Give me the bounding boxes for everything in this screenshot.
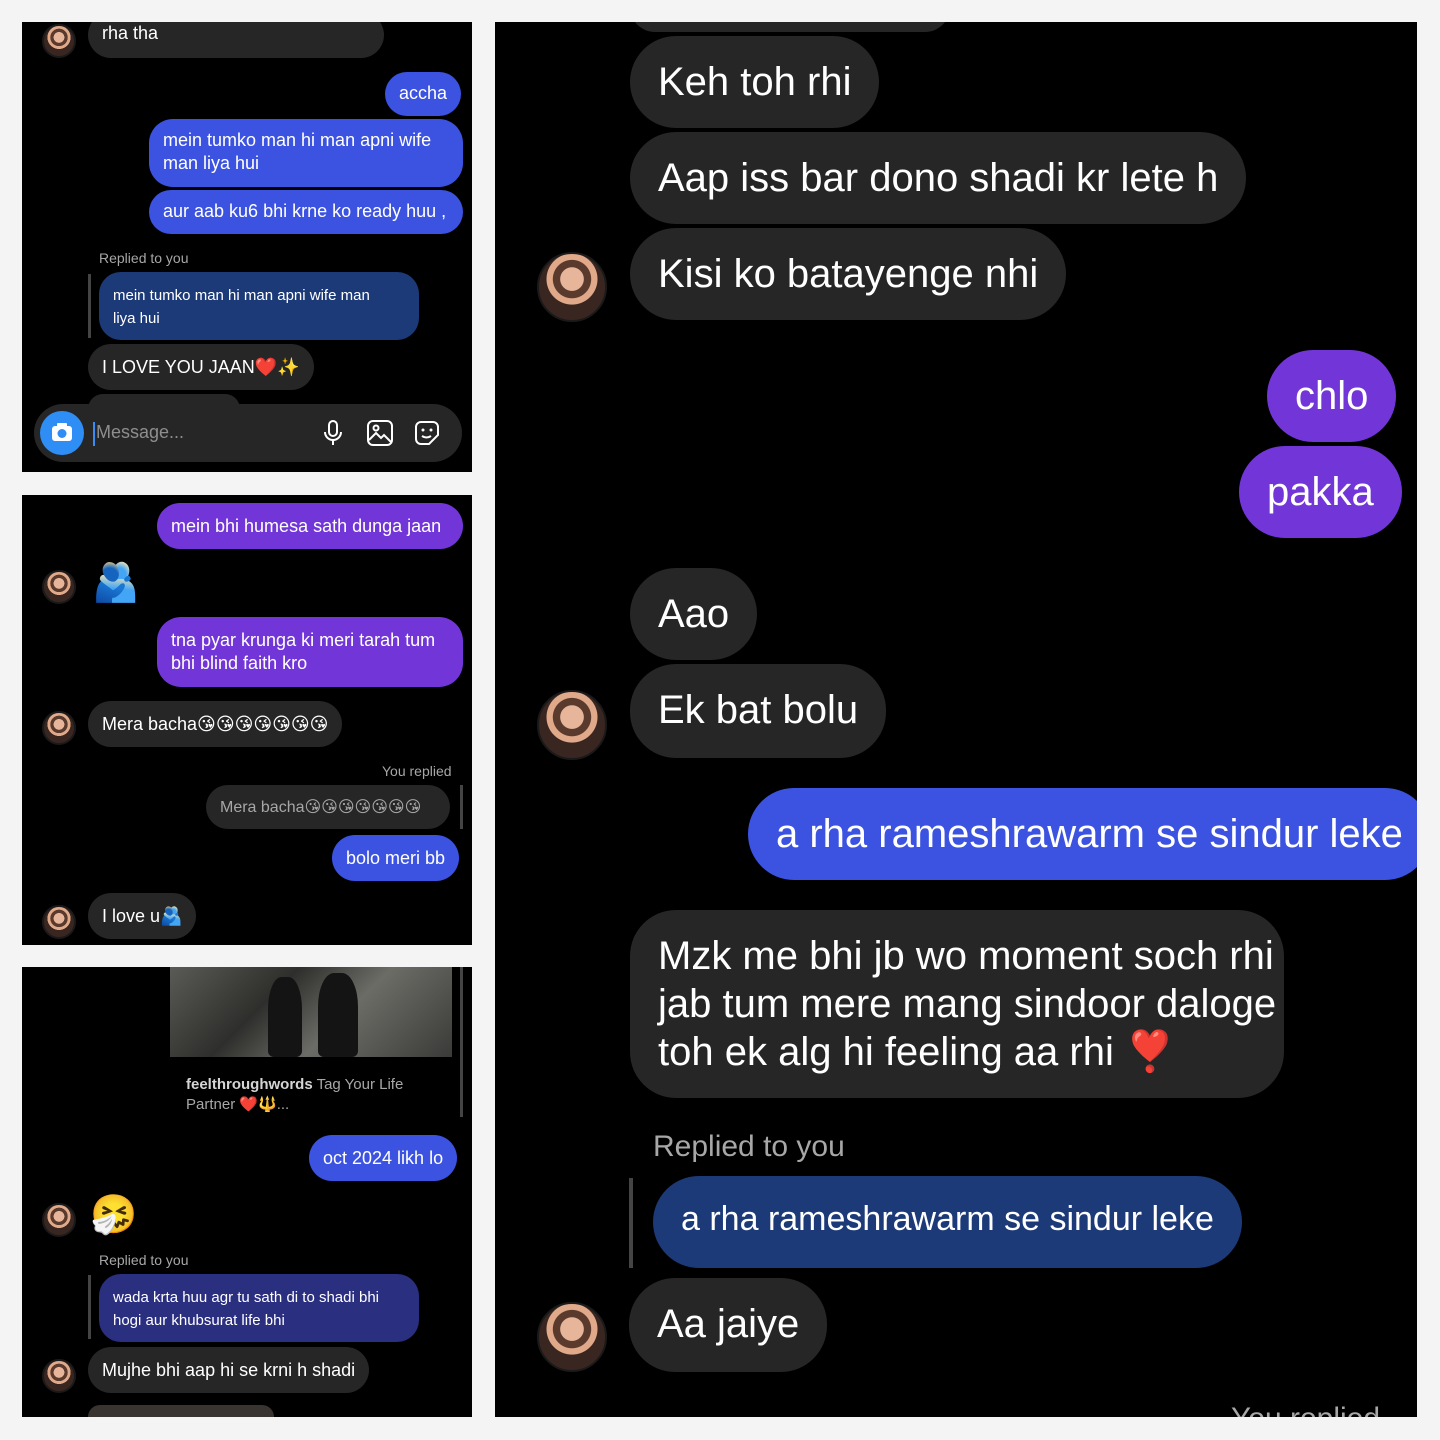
avatar[interactable] xyxy=(42,1359,76,1393)
post-username: feelthroughwords xyxy=(186,1076,313,1093)
camera-button[interactable] xyxy=(40,411,84,455)
received-message[interactable] xyxy=(88,1405,274,1417)
avatar[interactable] xyxy=(42,711,76,745)
sent-message[interactable]: pakka xyxy=(1239,446,1402,538)
message-line: Mzk me bhi jb wo moment soch rhi xyxy=(658,934,1274,978)
emoji-message[interactable]: 🤧 xyxy=(90,1193,137,1237)
message-line: jab tum mere mang sindoor daloge xyxy=(658,982,1277,1026)
quote-line: mein tumko man hi man apni wife man xyxy=(113,287,370,304)
received-message[interactable]: I love u🫂 xyxy=(88,893,197,939)
message-line: man liya hui xyxy=(163,153,260,173)
post-caption: Tag Your Life xyxy=(316,1076,404,1093)
sent-message[interactable]: bolo meri bb xyxy=(332,835,460,881)
avatar[interactable] xyxy=(42,1203,76,1237)
received-message[interactable]: Mera bacha😘😘😘😘😘😘😘 xyxy=(88,701,343,747)
reply-bar xyxy=(460,967,463,1117)
reply-bar xyxy=(460,785,463,829)
avatar[interactable] xyxy=(537,252,607,322)
message-composer[interactable]: Message... xyxy=(34,404,462,462)
camera-icon xyxy=(52,423,72,441)
message-line: mein tumko man hi man apni wife xyxy=(163,130,432,150)
received-message[interactable]: rha tha xyxy=(88,22,384,58)
received-message[interactable]: Keh toh rhi xyxy=(630,36,880,128)
quoted-message[interactable]: wada krta huu agr tu sath di to shadi bh… xyxy=(99,1274,419,1342)
reply-bar xyxy=(88,1275,91,1339)
avatar[interactable] xyxy=(537,690,607,760)
emoji-message[interactable]: 🫂 xyxy=(92,561,139,605)
sent-message[interactable]: accha xyxy=(385,72,462,116)
avatar[interactable] xyxy=(42,570,76,604)
reply-bar xyxy=(629,1178,633,1268)
received-message[interactable]: Aap iss bar dono shadi kr lete h xyxy=(630,132,1247,224)
received-message[interactable]: Aao xyxy=(630,568,758,660)
received-message[interactable]: Mujhe bhi aap hi se krni h shadi xyxy=(88,1347,370,1393)
person-silhouette xyxy=(268,977,302,1057)
sent-message[interactable]: a rha rameshrawarm se sindur leke xyxy=(748,788,1417,880)
received-message[interactable]: Mzk me bhi jb wo moment soch rhi jab tum… xyxy=(630,910,1284,1098)
quote-line: hogi aur khubsurat life bhi xyxy=(113,1312,285,1329)
reply-bar xyxy=(88,274,91,338)
avatar[interactable] xyxy=(42,905,76,939)
sent-message[interactable]: aur aab ku6 bhi krne ko ready huu , xyxy=(149,190,463,234)
sticker-icon[interactable] xyxy=(412,418,442,448)
post-caption: Partner ❤️🔱... xyxy=(186,1096,290,1113)
reply-label: You replied xyxy=(382,763,452,779)
chat-panel-2: mein bhi humesa sath dunga jaan 🫂 tna py… xyxy=(22,495,472,945)
sent-message[interactable]: mein tumko man hi man apni wife man liya… xyxy=(149,119,463,187)
sent-message[interactable]: mein bhi humesa sath dunga jaan xyxy=(157,503,463,549)
reply-label: Replied to you xyxy=(653,1130,845,1163)
chat-panel-3: feelthroughwords Tag Your Life Partner ❤… xyxy=(22,967,472,1417)
chat-panel-1: rha tha accha mein tumko man hi man apni… xyxy=(22,22,472,472)
received-message[interactable]: Ek bat bolu xyxy=(630,664,887,758)
reply-label: You replied xyxy=(1231,1402,1380,1417)
person-silhouette xyxy=(318,973,358,1057)
chat-panel-4: Keh toh rhi Aap iss bar dono shadi kr le… xyxy=(495,22,1417,1417)
received-message[interactable] xyxy=(630,22,950,32)
quote-line: wada krta huu agr tu sath di to shadi bh… xyxy=(113,1289,380,1306)
received-message[interactable]: I LOVE YOU JAAN❤️✨ xyxy=(88,344,314,390)
quoted-message[interactable]: a rha rameshrawarm se sindur leke xyxy=(653,1176,1242,1268)
avatar[interactable] xyxy=(42,24,76,58)
microphone-icon[interactable] xyxy=(318,418,348,448)
shared-post-image[interactable] xyxy=(170,967,452,1057)
reply-label: Replied to you xyxy=(99,250,189,266)
quoted-message[interactable]: mein tumko man hi man apni wife man liya… xyxy=(99,272,419,340)
message-line: toh ek alg hi feeling aa rhi ❣️ xyxy=(658,1030,1175,1074)
message-line: tna pyar krunga ki meri tarah tum xyxy=(171,630,436,650)
avatar[interactable] xyxy=(537,1302,607,1372)
sent-message[interactable]: tna pyar krunga ki meri tarah tum bhi bl… xyxy=(157,617,463,687)
gallery-icon[interactable] xyxy=(365,418,395,448)
message-input[interactable]: Message... xyxy=(96,422,184,443)
shared-post-caption[interactable]: feelthroughwords Tag Your Life Partner ❤… xyxy=(186,1075,403,1115)
message-line: bhi blind faith kro xyxy=(171,653,308,673)
quote-line: liya hui xyxy=(113,310,160,327)
received-message[interactable]: Kisi ko batayenge nhi xyxy=(630,228,1067,320)
sent-message[interactable]: oct 2024 likh lo xyxy=(309,1135,458,1181)
sent-message[interactable]: chlo xyxy=(1267,350,1397,442)
quoted-message[interactable]: Mera bacha😘😘😘😘😘😘😘 xyxy=(206,785,450,829)
caret xyxy=(93,422,95,446)
reply-label: Replied to you xyxy=(99,1252,189,1268)
received-message[interactable]: Aa jaiye xyxy=(629,1278,828,1372)
